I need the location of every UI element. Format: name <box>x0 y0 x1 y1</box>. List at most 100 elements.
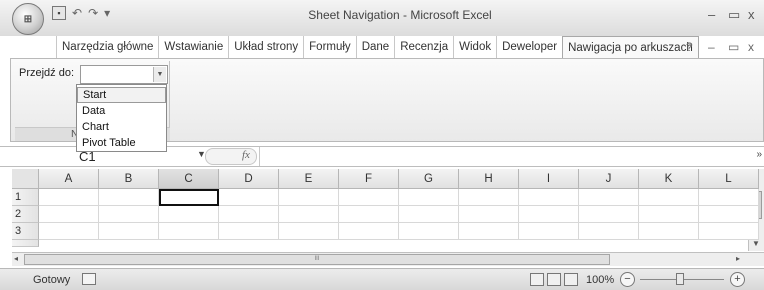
cell-a2[interactable] <box>39 206 99 223</box>
scroll-down-icon[interactable]: ▼ <box>752 239 760 248</box>
cell-l3[interactable] <box>699 223 759 240</box>
save-icon[interactable]: ▪ <box>52 6 66 20</box>
cell-d1[interactable] <box>219 189 279 206</box>
cell-b3[interactable] <box>99 223 159 240</box>
cell-i2[interactable] <box>519 206 579 223</box>
column-header-k[interactable]: K <box>639 169 699 189</box>
minimize-button[interactable]: – <box>708 7 715 22</box>
tab-page-layout[interactable]: Układ strony <box>228 36 303 58</box>
goto-dropdown-list: Start Data Chart Pivot Table <box>76 84 167 152</box>
cell-d3[interactable] <box>219 223 279 240</box>
ribbon-tabs: Narzędzia główne Wstawianie Układ strony… <box>56 36 699 58</box>
expand-formula-bar-icon[interactable]: » <box>756 149 762 160</box>
cell-f3[interactable] <box>339 223 399 240</box>
status-text: Gotowy <box>33 274 71 286</box>
column-header-c[interactable]: C <box>159 169 219 189</box>
formula-input[interactable] <box>259 147 750 166</box>
horizontal-scroll-thumb[interactable]: III <box>24 254 610 265</box>
cell-j3[interactable] <box>579 223 639 240</box>
column-header-f[interactable]: F <box>339 169 399 189</box>
cell-a1[interactable] <box>39 189 99 206</box>
tab-view[interactable]: Widok <box>453 36 496 58</box>
undo-icon[interactable]: ↶ <box>72 6 82 20</box>
cell-l2[interactable] <box>699 206 759 223</box>
row-header-1[interactable]: 1 <box>12 189 39 206</box>
cell-c3[interactable] <box>159 223 219 240</box>
column-header-h[interactable]: H <box>459 169 519 189</box>
cell-g3[interactable] <box>399 223 459 240</box>
cell-e3[interactable] <box>279 223 339 240</box>
cell-d2[interactable] <box>219 206 279 223</box>
option-data[interactable]: Data <box>77 103 166 119</box>
cell-h2[interactable] <box>459 206 519 223</box>
cell-h3[interactable] <box>459 223 519 240</box>
chevron-down-icon[interactable]: ▼ <box>153 67 166 82</box>
cell-f1[interactable] <box>339 189 399 206</box>
cell-k1[interactable] <box>639 189 699 206</box>
insert-function-icon[interactable]: fx <box>242 149 250 161</box>
tab-developer[interactable]: Deweloper <box>496 36 562 58</box>
cell-b1[interactable] <box>99 189 159 206</box>
tab-insert[interactable]: Wstawianie <box>158 36 228 58</box>
column-header-e[interactable]: E <box>279 169 339 189</box>
scroll-left-icon[interactable]: ◂ <box>14 254 18 263</box>
cell-j1[interactable] <box>579 189 639 206</box>
tab-home[interactable]: Narzędzia główne <box>56 36 158 58</box>
column-header-i[interactable]: I <box>519 169 579 189</box>
scroll-right-icon[interactable]: ▸ <box>736 254 740 263</box>
zoom-level[interactable]: 100% <box>586 274 614 286</box>
workbook-close-button[interactable]: x <box>748 40 754 54</box>
column-header-j[interactable]: J <box>579 169 639 189</box>
column-header-a[interactable]: A <box>39 169 99 189</box>
cell-c2[interactable] <box>159 206 219 223</box>
page-break-view-icon[interactable] <box>564 273 578 286</box>
zoom-out-icon[interactable]: − <box>620 272 635 287</box>
tab-review[interactable]: Recenzja <box>394 36 453 58</box>
select-all-corner[interactable] <box>12 169 39 189</box>
cell-g1[interactable] <box>399 189 459 206</box>
workbook-minimize-button[interactable]: – <box>708 40 715 54</box>
column-header-d[interactable]: D <box>219 169 279 189</box>
cell-j2[interactable] <box>579 206 639 223</box>
column-header-b[interactable]: B <box>99 169 159 189</box>
office-logo-icon: ⊞ <box>23 13 33 25</box>
cell-k2[interactable] <box>639 206 699 223</box>
cell-g2[interactable] <box>399 206 459 223</box>
customize-qat-icon[interactable]: ▾ <box>104 6 110 20</box>
office-button[interactable]: ⊞ <box>12 3 44 35</box>
row-header-3[interactable]: 3 <box>12 223 39 240</box>
horizontal-scrollbar[interactable]: ◂ III ▸ <box>12 252 764 266</box>
macro-record-icon[interactable] <box>82 273 96 285</box>
cell-l1[interactable] <box>699 189 759 206</box>
cell-f2[interactable] <box>339 206 399 223</box>
goto-combobox[interactable]: ▼ <box>80 65 168 84</box>
option-pivot-table[interactable]: Pivot Table <box>77 135 166 151</box>
tab-data[interactable]: Dane <box>355 36 395 58</box>
cell-i3[interactable] <box>519 223 579 240</box>
column-header-l[interactable]: L <box>699 169 759 189</box>
cell-i1[interactable] <box>519 189 579 206</box>
row-header-2[interactable]: 2 <box>12 206 39 223</box>
restore-button[interactable]: ▭ <box>728 7 740 23</box>
redo-icon[interactable]: ↷ <box>88 6 98 20</box>
zoom-in-icon[interactable]: + <box>730 272 745 287</box>
page-layout-view-icon[interactable] <box>547 273 561 286</box>
window-title: Sheet Navigation - Microsoft Excel <box>308 8 492 22</box>
tab-formulas[interactable]: Formuły <box>303 36 356 58</box>
zoom-slider-thumb[interactable] <box>676 273 684 285</box>
cell-e1[interactable] <box>279 189 339 206</box>
help-icon[interactable]: ? <box>686 40 693 54</box>
workbook-restore-button[interactable]: ▭ <box>728 40 739 54</box>
cell-b2[interactable] <box>99 206 159 223</box>
cell-c1[interactable] <box>159 189 219 206</box>
option-chart[interactable]: Chart <box>77 119 166 135</box>
tab-sheet-navigation[interactable]: Nawigacja po arkuszach <box>562 36 699 58</box>
close-button[interactable]: x <box>748 7 755 22</box>
cell-a3[interactable] <box>39 223 99 240</box>
cell-e2[interactable] <box>279 206 339 223</box>
option-start[interactable]: Start <box>77 87 166 103</box>
column-header-g[interactable]: G <box>399 169 459 189</box>
cell-k3[interactable] <box>639 223 699 240</box>
cell-h1[interactable] <box>459 189 519 206</box>
normal-view-icon[interactable] <box>530 273 544 286</box>
